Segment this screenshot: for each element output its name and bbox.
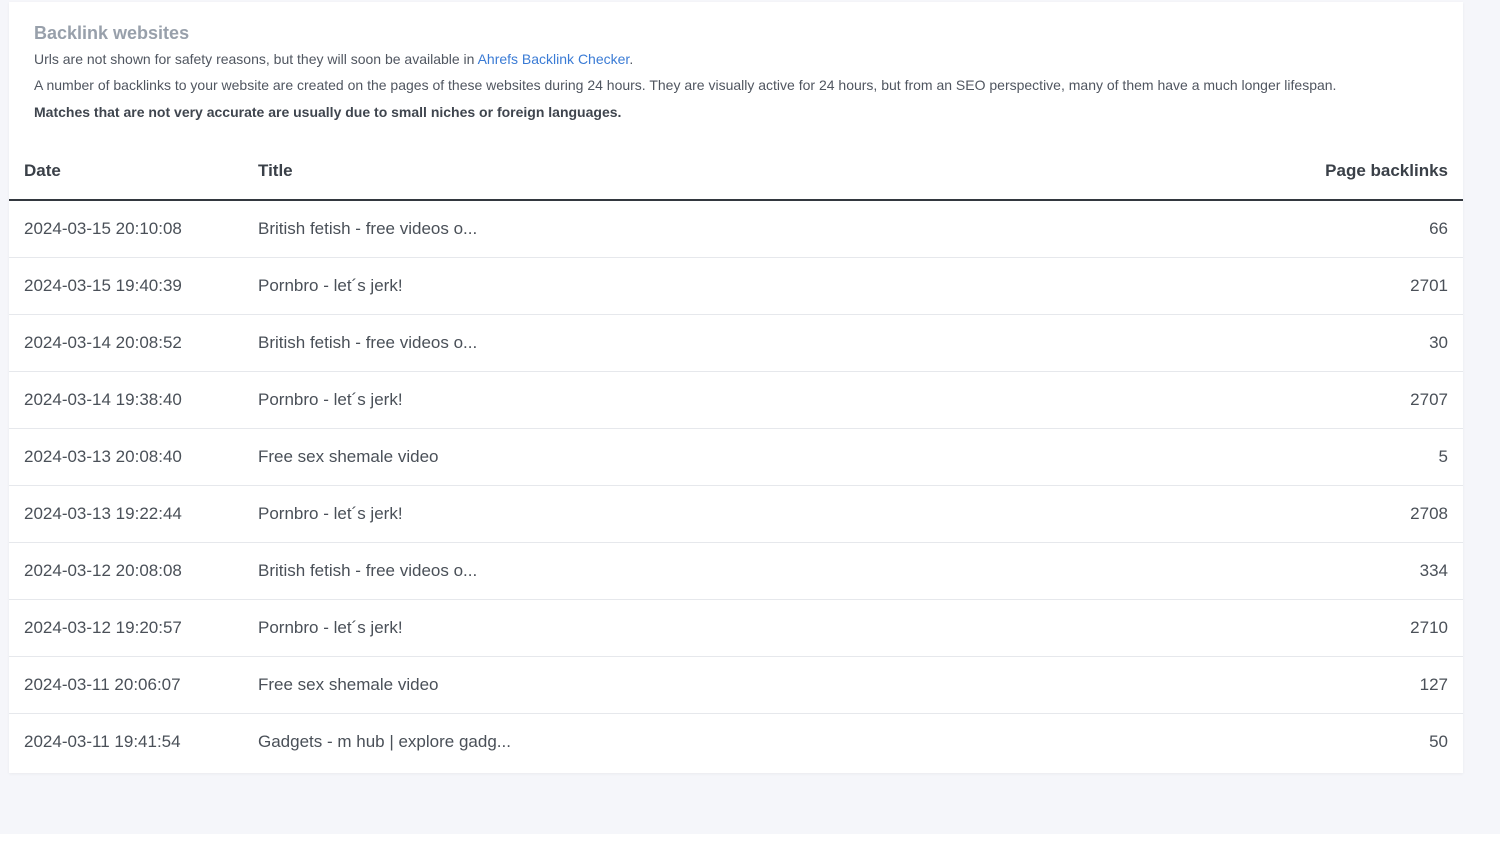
- row-date: 2024-03-14 20:08:52: [9, 314, 258, 372]
- column-header-date[interactable]: Date: [9, 142, 258, 201]
- table-row: 2024-03-13 19:22:44 Pornbro - let´s jerk…: [9, 485, 1463, 543]
- row-date: 2024-03-11 19:41:54: [24, 732, 181, 751]
- backlink-websites-card: Backlink websites Urls are not shown for…: [9, 2, 1463, 773]
- row-page-backlinks: 2710: [1228, 599, 1463, 657]
- row-page-backlinks: 2708: [1228, 485, 1463, 543]
- row-page-backlinks: 127: [1228, 656, 1463, 714]
- card-intro: Backlink websites Urls are not shown for…: [34, 22, 1454, 121]
- row-page-backlinks: 30: [1228, 314, 1463, 372]
- row-page-backlinks: 50: [1429, 732, 1448, 751]
- table-row: 2024-03-11 20:06:07 Free sex shemale vid…: [9, 656, 1463, 714]
- row-title: British fetish - free videos o...: [258, 542, 1228, 600]
- table-row: 2024-03-11 19:41:54 Gadgets - m hub | ex…: [9, 714, 1463, 771]
- row-date: 2024-03-12 19:20:57: [9, 599, 258, 657]
- safety-info-suffix: .: [629, 51, 634, 67]
- column-header-page-backlinks[interactable]: Page backlinks: [1228, 142, 1463, 201]
- row-page-backlinks: 2701: [1228, 257, 1463, 315]
- row-date: 2024-03-12 20:08:08: [9, 542, 258, 600]
- description-text: A number of backlinks to your website ar…: [34, 77, 1337, 93]
- table-row: 2024-03-14 19:38:40 Pornbro - let´s jerk…: [9, 371, 1463, 429]
- row-title: British fetish - free videos o...: [258, 314, 1228, 372]
- accuracy-note: Matches that are not very accurate are u…: [34, 104, 622, 120]
- table-row: 2024-03-15 19:40:39 Pornbro - let´s jerk…: [9, 257, 1463, 315]
- ahrefs-backlink-checker-link[interactable]: Ahrefs Backlink Checker: [478, 51, 630, 67]
- row-date: 2024-03-15 19:40:39: [9, 257, 258, 315]
- row-page-backlinks: 66: [1228, 200, 1463, 258]
- card-title: Backlink websites: [34, 23, 190, 43]
- column-header-title[interactable]: Title: [258, 142, 1228, 201]
- row-date: 2024-03-15 20:10:08: [9, 200, 258, 258]
- table-row: 2024-03-14 20:08:52 British fetish - fre…: [9, 314, 1463, 372]
- table-header-row: Date Title Page backlinks: [9, 142, 1463, 201]
- row-title: Free sex shemale video: [258, 428, 1228, 486]
- row-title: Free sex shemale video: [258, 656, 1228, 714]
- table-row: 2024-03-15 20:10:08 British fetish - fre…: [9, 200, 1463, 258]
- row-title: Pornbro - let´s jerk!: [258, 371, 1228, 429]
- table-row: 2024-03-12 19:20:57 Pornbro - let´s jerk…: [9, 599, 1463, 657]
- row-date: 2024-03-11 20:06:07: [9, 656, 258, 714]
- page-background: Backlink websites Urls are not shown for…: [0, 0, 1500, 834]
- row-title: Pornbro - let´s jerk!: [258, 485, 1228, 543]
- row-page-backlinks: 2707: [1228, 371, 1463, 429]
- row-title: Gadgets - m hub | explore gadg...: [258, 732, 511, 751]
- safety-info-text: Urls are not shown for safety reasons, b…: [34, 50, 1454, 68]
- row-title: Pornbro - let´s jerk!: [258, 257, 1228, 315]
- row-date: 2024-03-14 19:38:40: [9, 371, 258, 429]
- safety-info-prefix: Urls are not shown for safety reasons, b…: [34, 51, 478, 67]
- row-page-backlinks: 5: [1228, 428, 1463, 486]
- table-row: 2024-03-12 20:08:08 British fetish - fre…: [9, 542, 1463, 600]
- table-row: 2024-03-13 20:08:40 Free sex shemale vid…: [9, 428, 1463, 486]
- row-title: British fetish - free videos o...: [258, 200, 1228, 258]
- row-page-backlinks: 334: [1228, 542, 1463, 600]
- row-date: 2024-03-13 20:08:40: [9, 428, 258, 486]
- row-date: 2024-03-13 19:22:44: [9, 485, 258, 543]
- row-title: Pornbro - let´s jerk!: [258, 599, 1228, 657]
- backlinks-table: Date Title Page backlinks 2024-03-15 20:…: [9, 142, 1463, 770]
